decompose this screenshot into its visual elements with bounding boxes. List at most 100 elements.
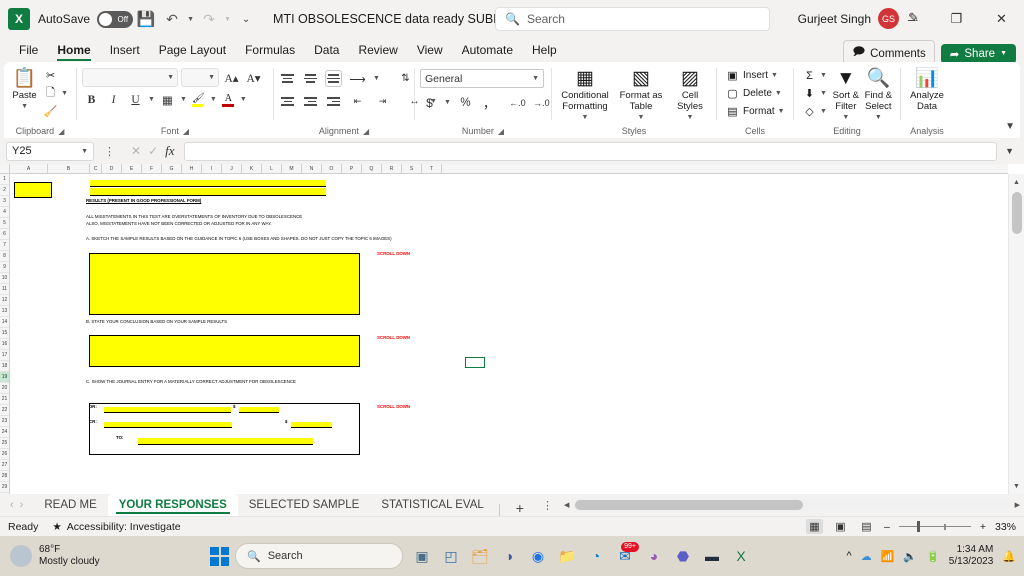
column-header-o[interactable]: O bbox=[322, 164, 342, 173]
row-header-18[interactable]: 18 bbox=[0, 361, 9, 372]
names-line-2[interactable] bbox=[90, 188, 326, 196]
orientation-icon[interactable]: ⟶ bbox=[348, 69, 367, 88]
tab-page-layout[interactable]: Page Layout bbox=[150, 40, 235, 60]
expand-formula-bar-icon[interactable]: ▼ bbox=[1001, 146, 1018, 156]
tab-view[interactable]: View bbox=[408, 40, 452, 60]
sheet-tab-selected-sample[interactable]: SELECTED SAMPLE bbox=[238, 494, 371, 516]
redo-icon[interactable]: ↷ bbox=[196, 7, 222, 31]
normal-view-icon[interactable]: ▦ bbox=[806, 519, 823, 534]
row-header-6[interactable]: 6 bbox=[0, 229, 9, 240]
journal-debit-amount-field[interactable] bbox=[239, 407, 279, 413]
weather-widget[interactable]: 68°F Mostly cloudy bbox=[0, 544, 100, 568]
collapse-ribbon-icon[interactable]: ▼ bbox=[1005, 121, 1015, 132]
decrease-decimal-icon[interactable]: →.0 bbox=[532, 93, 551, 112]
sketch-answer-box[interactable] bbox=[89, 253, 360, 315]
clock[interactable]: 1:34 AM 5/13/2023 bbox=[949, 544, 994, 568]
increase-indent-button[interactable]: ⇥ bbox=[373, 92, 392, 111]
wifi-icon[interactable]: 📶 bbox=[881, 550, 895, 563]
battery-icon[interactable]: 🔋 bbox=[926, 550, 940, 563]
underline-chevron-icon[interactable]: ▼ bbox=[148, 96, 155, 103]
edge-icon[interactable]: ◔ bbox=[583, 543, 609, 569]
names-line-1[interactable] bbox=[90, 180, 326, 187]
scroll-down-icon[interactable]: ▼ bbox=[1009, 478, 1024, 494]
undo-dropdown-icon[interactable]: ▼ bbox=[185, 7, 196, 31]
column-header-f[interactable]: F bbox=[142, 164, 162, 173]
italic-button[interactable]: I bbox=[104, 90, 123, 109]
column-header-d[interactable]: D bbox=[102, 164, 122, 173]
font-size-input[interactable]: ▼ bbox=[181, 68, 219, 87]
borders-icon[interactable]: ▦ bbox=[158, 90, 177, 109]
decrease-font-size-button[interactable]: A▾ bbox=[244, 68, 263, 87]
number-format-chevron-icon[interactable]: ▼ bbox=[532, 75, 539, 82]
format-chevron-icon[interactable]: ▼ bbox=[778, 108, 785, 115]
journal-credit-account-field[interactable] bbox=[104, 422, 232, 428]
find-select-chevron-icon[interactable]: ▼ bbox=[875, 112, 882, 123]
autosave-toggle[interactable]: Off bbox=[97, 11, 133, 28]
widgets-icon[interactable]: ◰ bbox=[438, 543, 464, 569]
font-name-input[interactable]: ▼ bbox=[82, 68, 178, 87]
column-header-c[interactable]: C bbox=[90, 164, 102, 173]
find-and-select-button[interactable]: 🔍 Find & Select ▼ bbox=[862, 65, 895, 123]
column-header-n[interactable]: N bbox=[302, 164, 322, 173]
autosum-chevron-icon[interactable]: ▼ bbox=[820, 72, 827, 79]
row-header-23[interactable]: 23 bbox=[0, 416, 9, 427]
teams-icon[interactable]: ⬣ bbox=[670, 543, 696, 569]
copy-chevron-icon[interactable]: ▼ bbox=[61, 90, 68, 97]
tab-insert[interactable]: Insert bbox=[101, 40, 149, 60]
row-header-27[interactable]: 27 bbox=[0, 460, 9, 471]
row-header-8[interactable]: 8 bbox=[0, 251, 9, 262]
conditional-formatting-chevron-icon[interactable]: ▼ bbox=[582, 112, 589, 123]
page-break-view-icon[interactable]: ▤ bbox=[858, 519, 875, 534]
row-header-4[interactable]: 4 bbox=[0, 207, 9, 218]
chrome-icon[interactable]: ◉ bbox=[525, 543, 551, 569]
font-color-chevron-icon[interactable]: ▼ bbox=[240, 96, 247, 103]
insert-cells-button[interactable]: ▣Insert▼ bbox=[722, 67, 788, 84]
tab-review[interactable]: Review bbox=[349, 40, 406, 60]
column-header-i[interactable]: I bbox=[202, 164, 222, 173]
row-header-19[interactable]: 19 bbox=[0, 372, 9, 383]
cell-styles-button[interactable]: ▨ Cell Styles ▼ bbox=[669, 65, 711, 123]
row-header-24[interactable]: 24 bbox=[0, 427, 9, 438]
number-dialog-launcher-icon[interactable]: ◢ bbox=[498, 125, 504, 138]
row-header-13[interactable]: 13 bbox=[0, 306, 9, 317]
font-size-chevron-icon[interactable]: ▼ bbox=[208, 74, 215, 81]
chat-icon[interactable]: ◑ bbox=[496, 543, 522, 569]
row-header-3[interactable]: 3 bbox=[0, 196, 9, 207]
accounting-format-icon[interactable]: $ bbox=[420, 93, 439, 112]
accessibility-status[interactable]: Accessibility: Investigate bbox=[67, 521, 181, 533]
sheet-tab-your-responses[interactable]: YOUR RESPONSES bbox=[108, 494, 238, 516]
row-header-20[interactable]: 20 bbox=[0, 383, 9, 394]
active-cell-indicator[interactable] bbox=[465, 357, 485, 368]
row-header-7[interactable]: 7 bbox=[0, 240, 9, 251]
customize-quick-access-icon[interactable]: ⌄ bbox=[233, 7, 259, 31]
accounting-chevron-icon[interactable]: ▼ bbox=[444, 99, 451, 106]
previous-sheet-icon[interactable]: ‹ bbox=[10, 499, 14, 511]
row-header-9[interactable]: 9 bbox=[0, 262, 9, 273]
insert-function-icon[interactable]: fx bbox=[165, 143, 174, 159]
paint-icon[interactable]: ◕ bbox=[641, 543, 667, 569]
enter-icon[interactable]: ✓ bbox=[148, 144, 158, 158]
row-header-26[interactable]: 26 bbox=[0, 449, 9, 460]
wrap-text-icon[interactable]: ⇅ bbox=[396, 69, 415, 88]
outlook-icon[interactable]: ✉99+ bbox=[612, 543, 638, 569]
column-header-h[interactable]: H bbox=[182, 164, 202, 173]
borders-chevron-icon[interactable]: ▼ bbox=[180, 96, 187, 103]
align-middle-button[interactable] bbox=[302, 70, 319, 87]
journal-debit-account-field[interactable] bbox=[104, 407, 231, 413]
save-icon[interactable]: 💾 bbox=[133, 7, 159, 31]
fill-chevron-icon[interactable]: ▼ bbox=[820, 90, 827, 97]
clear-chevron-icon[interactable]: ▼ bbox=[820, 108, 827, 115]
notifications-icon[interactable]: 🔔 bbox=[1002, 550, 1016, 563]
column-header-l[interactable]: L bbox=[262, 164, 282, 173]
sort-and-filter-button[interactable]: ▼ Sort & Filter ▼ bbox=[831, 65, 861, 123]
tab-automate[interactable]: Automate bbox=[453, 40, 522, 60]
column-header-k[interactable]: K bbox=[242, 164, 262, 173]
bold-button[interactable]: B bbox=[82, 90, 101, 109]
row-header-25[interactable]: 25 bbox=[0, 438, 9, 449]
align-top-button[interactable] bbox=[279, 70, 296, 87]
column-header-e[interactable]: E bbox=[122, 164, 142, 173]
tab-help[interactable]: Help bbox=[523, 40, 566, 60]
journal-credit-amount-field[interactable] bbox=[291, 422, 332, 428]
tab-data[interactable]: Data bbox=[305, 40, 348, 60]
row-header-11[interactable]: 11 bbox=[0, 284, 9, 295]
